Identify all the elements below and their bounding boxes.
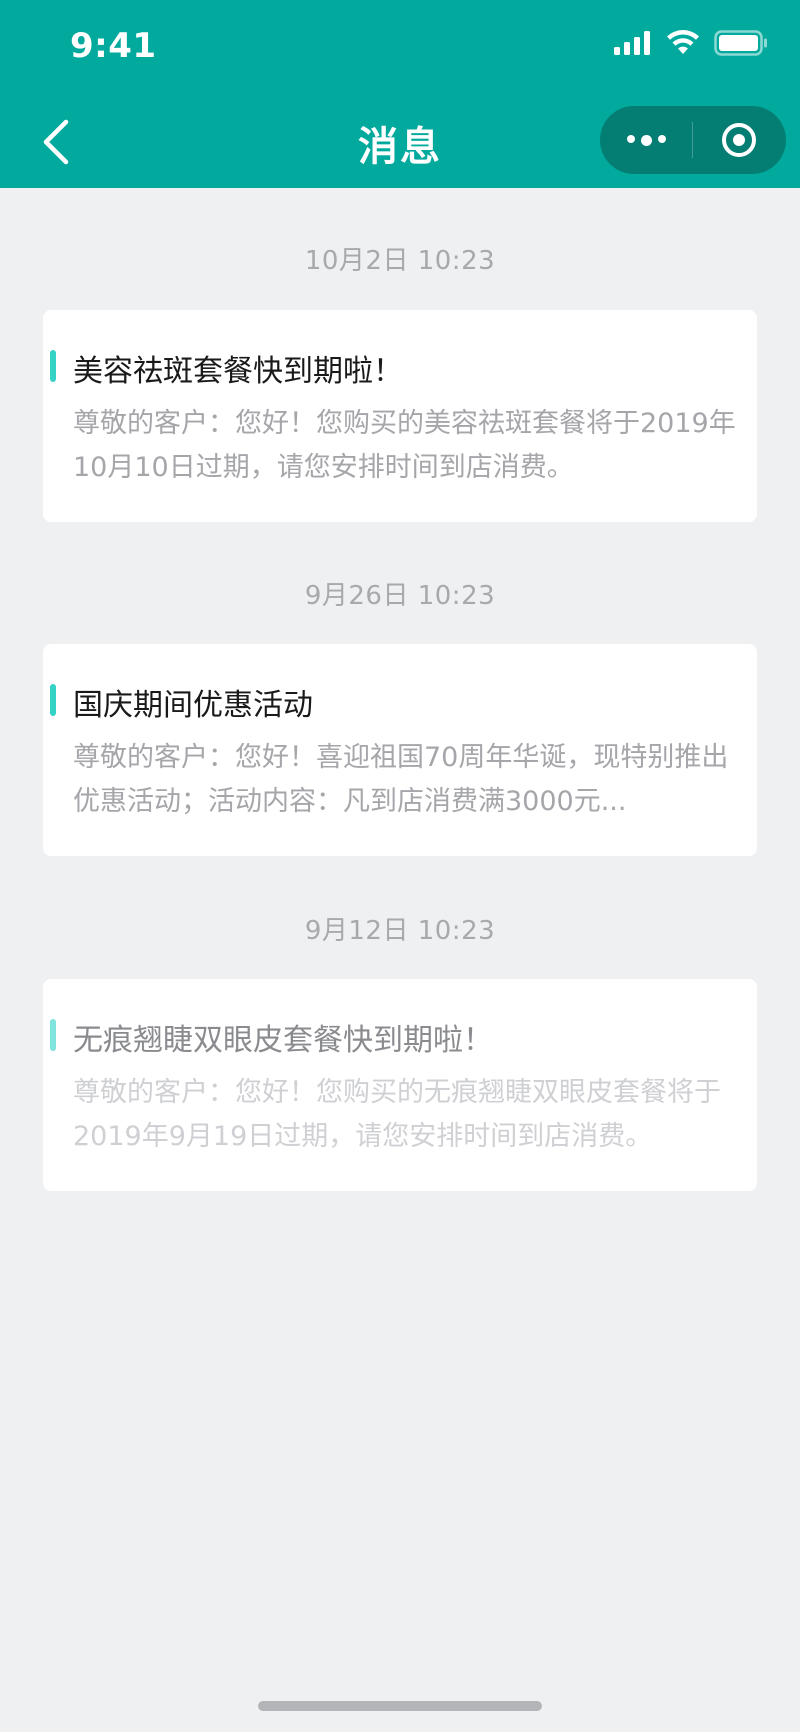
- message-title: 无痕翘睫双眼皮套餐快到期啦！: [73, 1023, 493, 1058]
- battery-icon: [714, 30, 767, 56]
- miniprogram-capsule: [600, 106, 786, 174]
- accent-bar: [50, 350, 56, 382]
- wifi-icon: [667, 30, 699, 54]
- message-time: 9月12日 10:23: [304, 916, 496, 946]
- message-title: 美容祛斑套餐快到期啦！: [73, 354, 403, 389]
- home-indicator: [258, 1701, 542, 1711]
- message-time: 9月26日 10:23: [304, 581, 496, 611]
- message-card[interactable]: 无痕翘睫双眼皮套餐快到期啦！ 尊敬的客户：您好！您购买的无痕翘睫双眼皮套餐将于2…: [43, 979, 757, 1191]
- message-body: 尊敬的客户：您好！喜迎祖国70周年华诞，现特别推出优惠活动；活动内容：凡到店消费…: [73, 742, 729, 817]
- message-card[interactable]: 美容祛斑套餐快到期啦！ 尊敬的客户：您好！您购买的美容祛斑套餐将于2019年10…: [43, 310, 757, 522]
- accent-bar: [50, 684, 56, 716]
- nav-header: 9:41 消息: [0, 0, 800, 188]
- message-time: 10月2日 10:23: [304, 246, 496, 276]
- more-button[interactable]: [600, 106, 692, 174]
- accent-bar: [50, 1019, 56, 1051]
- close-miniprogram-button[interactable]: [693, 106, 785, 174]
- target-icon: [722, 123, 756, 157]
- signal-icon: [614, 31, 650, 55]
- more-dots-icon: [626, 134, 666, 146]
- status-time: 9:41: [70, 26, 157, 66]
- message-body: 尊敬的客户：您好！您购买的美容祛斑套餐将于2019年10月10日过期，请您安排时…: [73, 408, 736, 483]
- status-icons: [614, 30, 768, 56]
- message-card[interactable]: 国庆期间优惠活动 尊敬的客户：您好！喜迎祖国70周年华诞，现特别推出优惠活动；活…: [43, 644, 757, 856]
- message-body: 尊敬的客户：您好！您购买的无痕翘睫双眼皮套餐将于2019年9月19日过期，请您安…: [73, 1077, 721, 1152]
- message-title: 国庆期间优惠活动: [73, 688, 313, 723]
